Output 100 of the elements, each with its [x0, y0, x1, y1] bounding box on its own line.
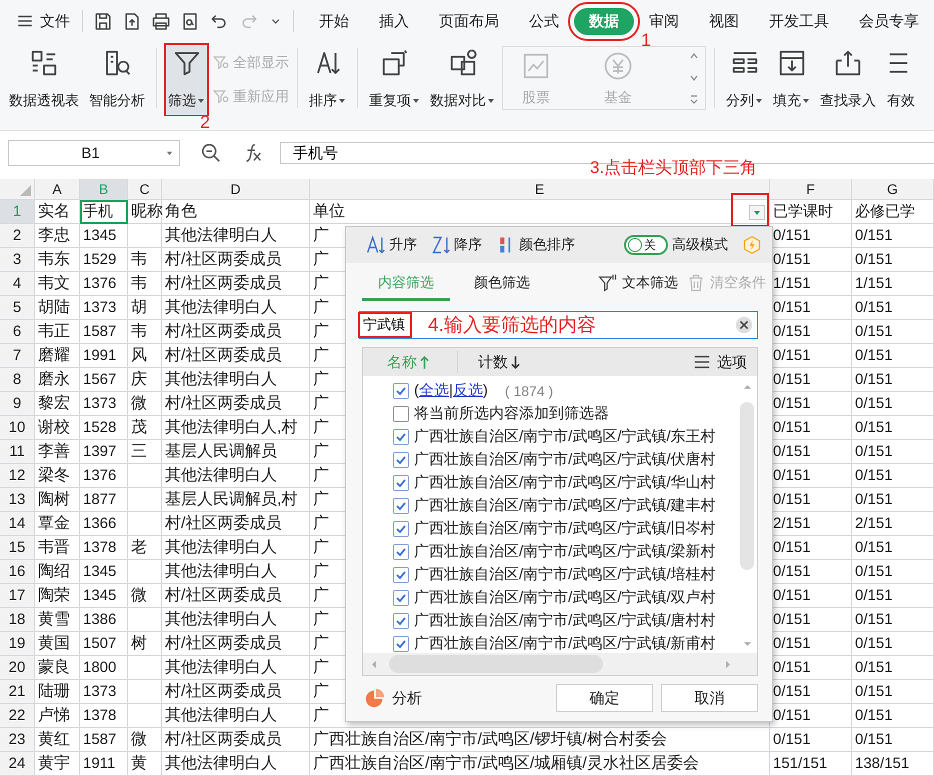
filter-value[interactable]: 广西壮族自治区/南宁市/武鸣区/宁武镇/双卢村 [414, 588, 716, 607]
filter-tab[interactable]: 颜色筛选 [458, 266, 546, 300]
row-header[interactable]: 23 [0, 728, 35, 752]
table-cell: 138/151 [855, 755, 910, 772]
table-cell: 0/151 [855, 347, 893, 364]
filter-value[interactable]: 广西壮族自治区/南宁市/武鸣区/宁武镇/旧岑村 [414, 519, 716, 538]
column-header[interactable]: C [128, 179, 162, 200]
select-all-link[interactable]: 全选 [419, 382, 449, 399]
row-header[interactable]: 16 [0, 560, 35, 584]
row-header[interactable]: 20 [0, 656, 35, 680]
row-header[interactable]: 11 [0, 440, 35, 464]
column-header[interactable]: D [162, 179, 310, 200]
options-button[interactable]: 选项 [693, 352, 747, 372]
sort-button[interactable]: 升序 [366, 235, 417, 255]
horizontal-scrollbar[interactable] [363, 653, 757, 675]
row-header[interactable]: 8 [0, 368, 35, 392]
ribbon-button[interactable]: 填充 [770, 44, 813, 116]
name-box[interactable]: B1 [8, 140, 180, 166]
file-menu-button[interactable]: 文件 [14, 8, 72, 34]
checkbox[interactable] [393, 452, 409, 468]
ribbon-tab[interactable]: 页面布局 [424, 8, 514, 34]
sort-button[interactable]: 降序 [431, 235, 482, 255]
row-header[interactable]: 15 [0, 536, 35, 560]
table-cell-text: 黄国 [38, 634, 70, 654]
table-cell-text: 广 [313, 682, 329, 702]
ribbon-tab[interactable]: 视图 [694, 8, 754, 34]
analysis-button[interactable]: 分析 [364, 687, 422, 709]
checkbox[interactable] [393, 636, 409, 652]
print-icon[interactable] [151, 10, 172, 32]
row-header[interactable]: 24 [0, 752, 35, 776]
dialog-button[interactable]: 确定 [556, 684, 653, 712]
row-header[interactable]: 17 [0, 584, 35, 608]
filter-value[interactable]: 广西壮族自治区/南宁市/武鸣区/宁武镇/唐村村 [414, 611, 716, 630]
checkbox[interactable] [393, 612, 409, 628]
row-header[interactable]: 14 [0, 512, 35, 536]
funnel-refresh-icon [212, 88, 230, 106]
ribbon-button[interactable]: 数据透视表 [6, 44, 82, 116]
ribbon-tab[interactable]: 插入 [364, 8, 424, 34]
ribbon-tab[interactable]: 开发工具 [754, 8, 844, 34]
ribbon-button[interactable]: 筛选 [165, 44, 208, 116]
row-header[interactable]: 19 [0, 632, 35, 656]
dialog-button[interactable]: 取消 [661, 684, 758, 712]
scrollbar-thumb[interactable] [740, 402, 754, 570]
filter-action-button[interactable]: 文本筛选 [598, 273, 678, 293]
filter-value[interactable]: 广西壮族自治区/南宁市/武鸣区/宁武镇/伏唐村 [414, 450, 716, 469]
filter-value[interactable]: 广西壮族自治区/南宁市/武鸣区/宁武镇/东王村 [414, 427, 716, 446]
search-input[interactable]: 宁武镇 [358, 312, 412, 338]
filter-value[interactable]: 广西壮族自治区/南宁市/武鸣区/宁武镇/新甫村 [414, 634, 716, 653]
clear-button[interactable] [735, 316, 753, 334]
sort-by-count-button[interactable]: 计数 [478, 352, 540, 372]
row-header[interactable]: 18 [0, 608, 35, 632]
checkbox[interactable] [393, 590, 409, 606]
row-header[interactable]: 2 [0, 224, 35, 248]
row-header[interactable]: 13 [0, 488, 35, 512]
filter-dropdown-button[interactable] [749, 205, 765, 220]
checkbox[interactable] [393, 428, 409, 444]
row-header[interactable]: 7 [0, 344, 35, 368]
column-header[interactable]: A [35, 179, 80, 200]
column-header[interactable]: F [770, 179, 852, 200]
save-icon[interactable] [92, 10, 114, 32]
row-header[interactable]: 6 [0, 320, 35, 344]
ribbon-tab[interactable]: 开始 [304, 8, 364, 34]
filter-value[interactable]: 广西壮族自治区/南宁市/武鸣区/宁武镇/建丰村 [414, 496, 716, 515]
table-cell-text: 广 [313, 274, 329, 294]
table-cell-text: 韦晋 [38, 538, 70, 558]
invert-selection-link[interactable]: 反选 [452, 382, 483, 399]
zoom-icon[interactable] [200, 142, 222, 164]
checkbox[interactable] [393, 544, 409, 560]
ribbon-button[interactable]: 分列 [723, 44, 766, 116]
filter-value[interactable]: 广西壮族自治区/南宁市/武鸣区/宁武镇/梁新村 [414, 542, 716, 561]
ribbon-button[interactable]: 重复项 [366, 44, 423, 116]
checkbox[interactable] [393, 474, 409, 490]
row-header[interactable]: 4 [0, 272, 35, 296]
ribbon-tab[interactable]: 公式 [514, 8, 574, 34]
filter-value[interactable]: 广西壮族自治区/南宁市/武鸣区/宁武镇/培桂村 [414, 565, 716, 584]
ribbon-tab[interactable]: 会员专享 [844, 8, 934, 34]
ribbon-button[interactable]: 数据对比 [427, 44, 498, 116]
filter-value[interactable]: 广西壮族自治区/南宁市/武鸣区/宁武镇/华山村 [414, 473, 716, 492]
checkbox[interactable] [393, 498, 409, 514]
column-header[interactable]: G [852, 179, 934, 200]
row-header[interactable]: 22 [0, 704, 35, 728]
checkbox[interactable] [393, 566, 409, 582]
row-header[interactable]: 12 [0, 464, 35, 488]
ribbon-button[interactable]: 排序 [306, 44, 349, 116]
row-header[interactable]: 21 [0, 680, 35, 704]
filter-value[interactable]: 将当前所选内容添加到筛选器 [414, 404, 609, 423]
row-header[interactable]: 10 [0, 416, 35, 440]
ribbon-button[interactable]: 查找录入 [817, 44, 879, 116]
checkbox[interactable] [393, 406, 409, 422]
ribbon-button[interactable]: 智能分析 [86, 44, 148, 116]
ribbon-button[interactable]: 有效 [883, 44, 919, 116]
column-header[interactable]: E [310, 179, 770, 200]
checkbox[interactable] [393, 520, 409, 536]
row-header[interactable]: 5 [0, 296, 35, 320]
row-header[interactable]: 9 [0, 392, 35, 416]
row-header[interactable]: 3 [0, 248, 35, 272]
line-chart-icon [521, 51, 551, 81]
checkbox[interactable] [393, 382, 409, 398]
sort-button[interactable]: 颜色排序 [496, 235, 575, 255]
toggle-switch[interactable]: 关 [624, 235, 668, 255]
